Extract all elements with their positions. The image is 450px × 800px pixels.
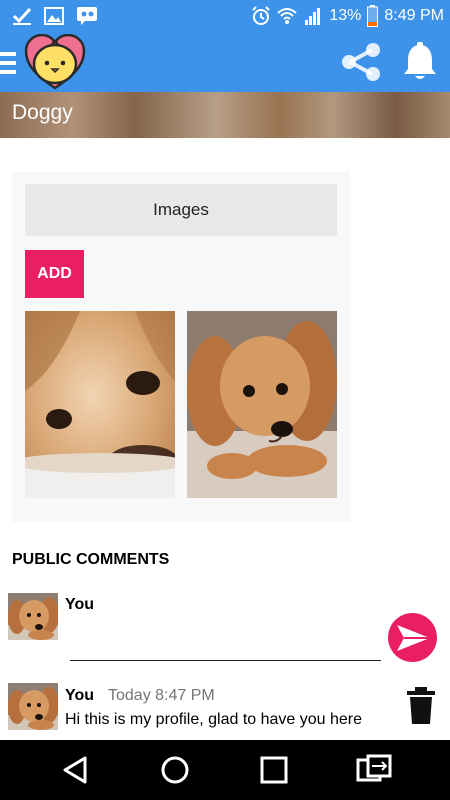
alarm-icon xyxy=(252,6,271,25)
dual-window-icon[interactable] xyxy=(352,750,396,790)
heart-chick-logo[interactable] xyxy=(24,34,86,90)
comments-title: PUBLIC COMMENTS xyxy=(12,551,170,568)
images-card: Images ADD xyxy=(12,172,350,522)
wifi-icon xyxy=(277,8,298,24)
app-bar xyxy=(0,32,450,92)
home-icon[interactable] xyxy=(153,750,197,790)
add-image-button[interactable]: ADD xyxy=(25,250,84,298)
comment-input[interactable] xyxy=(70,612,381,661)
comment-text: Hi this is my profile, glad to have you … xyxy=(65,711,363,728)
hamburger-icon[interactable] xyxy=(0,50,16,76)
share-icon[interactable] xyxy=(340,41,382,83)
trash-icon xyxy=(407,687,435,724)
check-notification-icon xyxy=(12,7,32,25)
system-nav-bar xyxy=(0,740,450,800)
send-icon xyxy=(397,625,430,651)
avatar xyxy=(8,593,58,640)
chat-notification-icon xyxy=(77,7,97,25)
comment-time: Today 8:47 PM xyxy=(108,687,215,704)
profile-banner: Doggy xyxy=(0,92,450,138)
bell-icon[interactable] xyxy=(402,42,438,82)
images-header: Images xyxy=(25,184,337,236)
avatar xyxy=(8,683,58,730)
battery-icon xyxy=(367,5,379,27)
delete-button[interactable] xyxy=(405,686,437,726)
recents-icon[interactable] xyxy=(252,750,296,790)
signal-icon xyxy=(305,8,321,25)
dog-photo-1[interactable] xyxy=(25,311,175,498)
banner-title: Doggy xyxy=(12,101,73,124)
status-time: 8:49 PM xyxy=(384,7,444,24)
send-button[interactable] xyxy=(388,613,437,662)
battery-percent: 13% xyxy=(329,7,362,24)
comment-author: You xyxy=(65,687,95,704)
back-icon[interactable] xyxy=(53,750,97,790)
status-bar: 13% 8:49 PM xyxy=(0,0,450,32)
image-notification-icon xyxy=(44,7,64,25)
dog-photo-2[interactable] xyxy=(187,311,337,498)
